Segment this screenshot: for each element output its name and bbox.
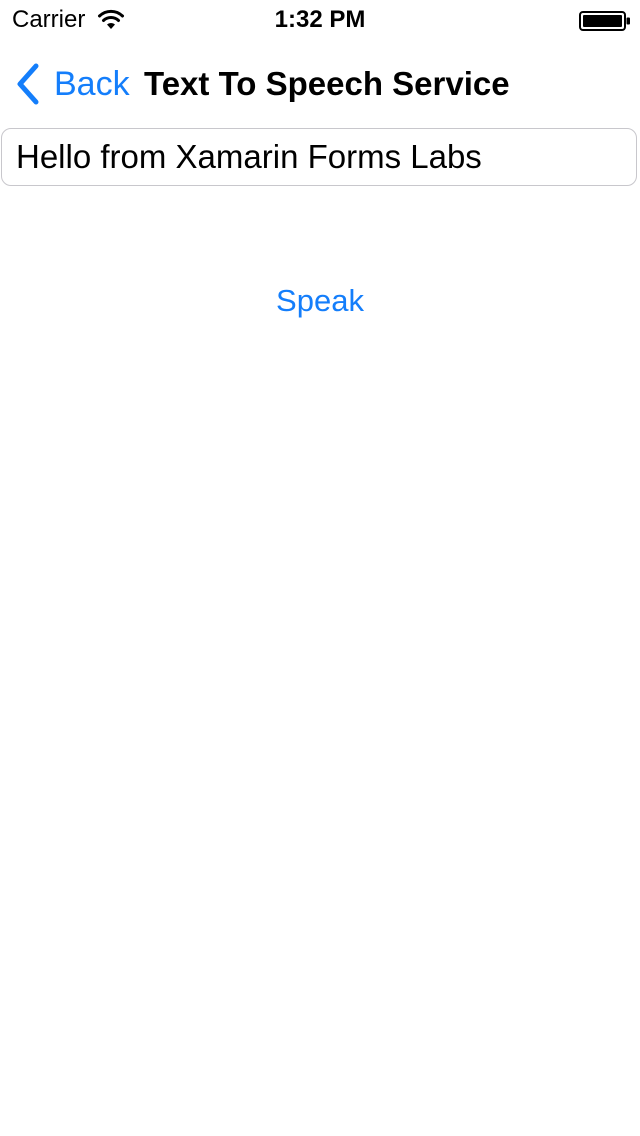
chevron-left-icon (17, 63, 39, 105)
speech-text-input[interactable] (1, 128, 637, 186)
status-bar: Carrier 1:32 PM (0, 0, 640, 40)
page-title: Text To Speech Service (144, 65, 510, 102)
speak-button[interactable]: Speak (0, 278, 640, 324)
navigation-bar: Back Text To Speech Service (0, 40, 640, 128)
back-button-label: Back (54, 65, 130, 103)
screen: Carrier 1:32 PM Back Text To Speech Serv… (0, 0, 640, 1136)
battery-icon (579, 11, 630, 31)
back-button[interactable]: Back (14, 62, 130, 106)
status-time: 1:32 PM (274, 6, 366, 33)
